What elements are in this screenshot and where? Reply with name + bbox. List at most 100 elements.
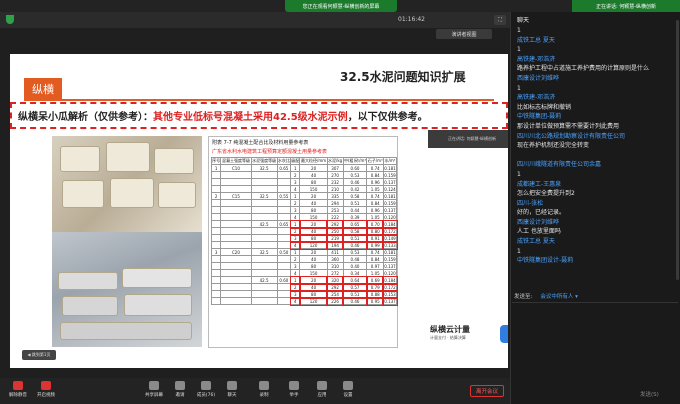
- table-cell: 150: [299, 269, 328, 277]
- table-cell: [210, 185, 222, 193]
- table-row: 2 C15 32.5 0.55 1 20 335 0.58 0.74 0.181: [210, 192, 398, 200]
- chat-sender: 成铁工总 夏天: [517, 238, 555, 246]
- table-cell: 3: [210, 248, 222, 256]
- title-divider: [24, 99, 494, 101]
- chat-sender: 四川川北公路规划勘察设计有限责任公司: [517, 132, 626, 140]
- table-cell: 0.55: [276, 192, 292, 200]
- table-cell: [276, 290, 292, 298]
- send-to-select[interactable]: 会议中所有人 ▾: [540, 292, 578, 300]
- table-cell: 40: [299, 255, 328, 263]
- chat-sender: 西康设计刘维晔: [517, 218, 560, 226]
- table-row: 3 80 310 0.40 0.97 0.137: [210, 262, 398, 270]
- toolbar-button-2[interactable]: 共享屏幕: [142, 381, 166, 398]
- chat-message: [511, 151, 680, 161]
- table-header-cell: 水/m³: [382, 157, 398, 165]
- table-cell: 2: [289, 282, 302, 292]
- table-body: 1 C10 32.5 0.65 1 20 307 0.60 0.74 0.181 2 40 270 0.5…: [210, 164, 398, 306]
- chat-title: 聊天: [517, 16, 530, 24]
- table-cell: 3: [289, 233, 302, 243]
- jump-to-page-button[interactable]: ◀ 跳到第1页: [22, 350, 56, 360]
- table-cell: [210, 269, 222, 277]
- table-cell: 0.40: [342, 262, 368, 270]
- table-cell: 320: [326, 275, 345, 285]
- table-cell: 0.159: [382, 171, 398, 179]
- table-cell: C10: [220, 164, 252, 172]
- table-cell: 4: [289, 296, 302, 306]
- mic-muted-icon: [13, 381, 23, 390]
- slide-title: 32.5水泥问题知识扩展: [340, 70, 466, 84]
- table-cell: 0.53: [342, 248, 368, 256]
- table-cell: 0.120: [382, 213, 398, 221]
- table-cell: 250: [326, 226, 345, 236]
- table-cell: 3: [290, 206, 301, 214]
- toolbar-button-6[interactable]: 录制: [252, 381, 276, 398]
- toolbar-button-4[interactable]: 成员(76): [194, 381, 218, 398]
- chat-message: 人工 也放里面吗: [517, 228, 561, 236]
- table-cell: [250, 199, 278, 207]
- table-cell: 292: [326, 282, 345, 292]
- table-cell: 4: [289, 240, 302, 250]
- table-cell: 0.65: [276, 220, 292, 228]
- chat-message-list: 1 成铁工总 夏天 1 高铁建-邓浩济 路养护工程中占道施工养护费用的计算原则是什么 西康…: [511, 26, 680, 266]
- table-cell: 20: [299, 248, 328, 256]
- view-mode-button[interactable]: 演讲者视图: [436, 29, 492, 39]
- leave-meeting-button[interactable]: 离开会议: [470, 385, 504, 397]
- chat-input[interactable]: [512, 302, 678, 386]
- invite-icon: [175, 381, 185, 390]
- table-cell: 0.96: [366, 206, 384, 214]
- toolbar-button-8[interactable]: 应用: [310, 381, 334, 398]
- table-header-cell: 混凝土强度等级: [220, 157, 252, 165]
- table-cell: [220, 206, 252, 214]
- toolbar-button-5[interactable]: 聊天: [220, 381, 244, 398]
- table-cell: [210, 220, 222, 228]
- table-cell: [276, 269, 292, 277]
- table-cell: 1: [290, 248, 301, 256]
- toolbar-button-0[interactable]: 解除静音: [6, 381, 30, 398]
- toolbar-button-7[interactable]: 举手: [282, 381, 306, 398]
- table-cell: [276, 171, 292, 179]
- table-cell: 3: [290, 178, 301, 186]
- table-cell: 0.65: [276, 164, 292, 172]
- mix-ratio-table: 附表 7-7 纯混凝土配合比及材料用量参考表 广东省水利水电建筑工程预算定额混凝…: [208, 136, 398, 348]
- table-cell: 310: [326, 262, 344, 270]
- table-cell: 0.184: [382, 275, 398, 285]
- table-cell: 222: [326, 213, 344, 221]
- fullscreen-icon[interactable]: ⛶: [494, 15, 506, 25]
- table-cell: [276, 199, 292, 207]
- chat-scrollbar[interactable]: [676, 20, 679, 280]
- table-cell: 1: [289, 275, 302, 285]
- chat-message: 那设计单位做预算需不需要计列此费用: [517, 122, 620, 130]
- table-cell: 80: [299, 178, 328, 186]
- table-cell: 0.137: [382, 296, 398, 306]
- toolbar-button-9[interactable]: 设置: [336, 381, 360, 398]
- toolbar-label: 录制: [259, 393, 269, 398]
- toolbar-button-3[interactable]: 邀请: [168, 381, 192, 398]
- table-cell: 150: [299, 213, 328, 221]
- table-cell: 0.51: [342, 199, 368, 207]
- table-cell: 40: [299, 199, 328, 207]
- toolbar-button-1[interactable]: 开启视频: [34, 381, 58, 398]
- shield-icon: [6, 15, 14, 24]
- table-cell: 120: [298, 296, 329, 306]
- send-button[interactable]: 发送(S): [640, 390, 659, 398]
- table-subtitle: 广东省水利水电建筑工程预算定额混凝土用量参考表: [212, 149, 328, 155]
- table-header-cell: 最大粒径/mm: [299, 157, 328, 165]
- table-cell: [220, 213, 252, 221]
- table-cell: [276, 262, 292, 270]
- table-cell: 1.05: [366, 213, 384, 221]
- table-cell: 0.50: [276, 248, 292, 256]
- table-row: 2 40 270 0.53 0.84 0.159: [210, 171, 398, 179]
- camera-off-icon: [41, 381, 51, 390]
- table-cell: 32.5: [250, 164, 278, 172]
- table-cell: 0.159: [382, 199, 398, 207]
- table-cell: 292: [326, 219, 345, 229]
- table-row: 3 80 219 0.51 0.91 0.149: [210, 233, 398, 243]
- table-cell: 4: [290, 269, 301, 277]
- chat-sender: 成都建工-王惠泉: [517, 180, 562, 188]
- chat-message: 好的，已经记录。: [517, 209, 566, 217]
- toolbar-label: 应用: [317, 393, 327, 398]
- send-to-label: 发送至:: [514, 294, 533, 300]
- table-cell: 0.74: [366, 164, 384, 172]
- cement-warehouse-photo: [52, 232, 202, 347]
- table-cell: [276, 234, 292, 242]
